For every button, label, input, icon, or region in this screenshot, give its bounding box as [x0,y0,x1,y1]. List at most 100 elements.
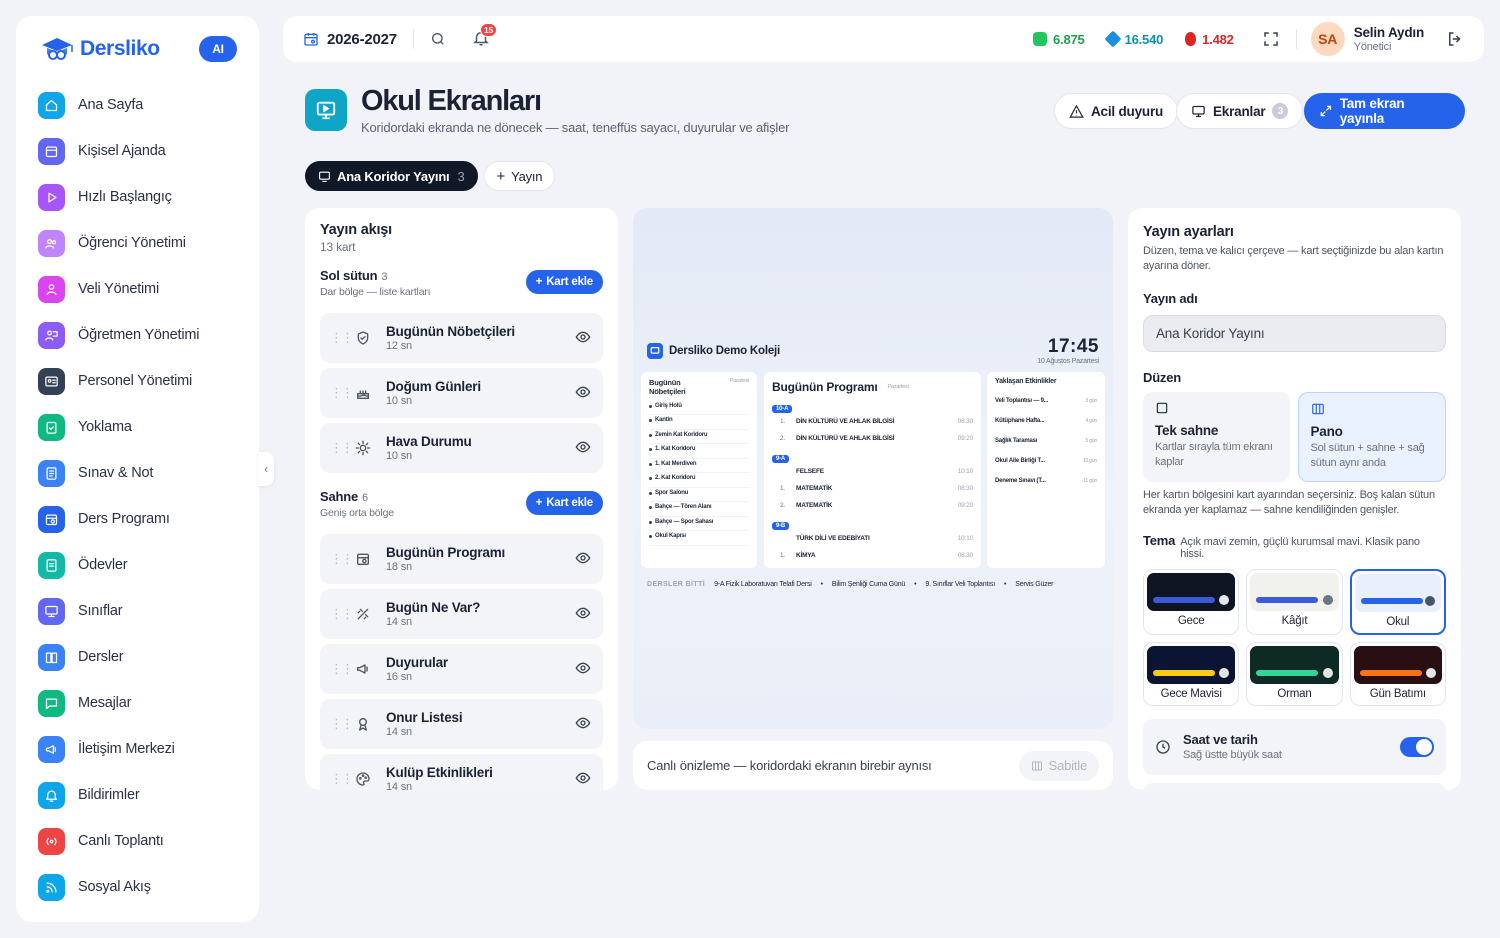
card-name: Hava Durumu [386,434,472,449]
flow-card[interactable]: ⋮⋮ Bugün Ne Var? 14 sn [320,589,603,639]
sidebar-item-id-card[interactable]: Personel Yönetimi [38,358,237,404]
drag-handle-icon[interactable]: ⋮⋮ [330,330,354,346]
drag-handle-icon[interactable]: ⋮⋮ [330,385,354,401]
preview-school-name: Dersliko Demo Koleji [669,345,781,357]
sidebar-item-teacher[interactable]: Öğretmen Yönetimi [38,312,237,358]
lesson-time: 08:30 [957,485,973,492]
drag-handle-icon[interactable]: ⋮⋮ [330,716,354,732]
add-card-button[interactable]: + Kart ekle [525,270,603,294]
sidebar-item-bell[interactable]: Bildirimler [38,772,237,818]
emergency-announcement-button[interactable]: Acil duyuru [1054,93,1179,129]
sidebar-item-parent[interactable]: Veli Yönetimi [38,266,237,312]
theme-swatch-dot [1322,594,1333,605]
sidebar-item-label: Yoklama [78,419,132,435]
preview-duty-item: 1. Kat Merdiven [649,459,749,474]
flame-icon [1185,32,1197,46]
eye-icon[interactable] [575,605,591,624]
flow-card[interactable]: ⋮⋮ Kulüp Etkinlikleri 14 sn [320,754,603,790]
sidebar-collapse-button[interactable]: ‹ [258,452,274,486]
notifications-button[interactable]: 15 [472,22,497,50]
layout-option-board[interactable]: Pano Sol sütun + sahne + sağ sütun aynı … [1297,391,1446,482]
square-icon [1156,402,1168,414]
add-card-button[interactable]: + Kart ekle [525,491,603,515]
broadcast-name-input[interactable]: Ana Koridor Yayını [1143,314,1446,352]
left-column-section: Sol sütun 3 Dar bölge — liste kartları + K… [320,268,603,308]
sidebar-item-label: Ödevler [78,557,128,573]
plus-icon: + [496,167,506,185]
logout-icon[interactable] [1446,30,1464,48]
lesson-name: DİN KÜLTÜRÜ VE AHLAK BİLGİSİ [796,435,895,442]
eye-icon[interactable] [575,384,591,403]
bullet-icon [649,462,652,466]
tab-label: Ana Koridor Yayını [337,168,450,184]
theme-option[interactable]: Gece [1143,568,1240,635]
sidebar-item-label: Öğrenci Yönetimi [78,235,186,251]
layout-option-single[interactable]: Tek sahne Kartlar sırayla tüm ekranı kap… [1143,391,1290,482]
eye-icon[interactable] [575,660,591,679]
flow-card[interactable]: ⋮⋮ Duyurular 16 sn [320,644,603,694]
user-profile[interactable]: SA Selin Aydın Yönetici [1310,22,1424,56]
flow-card[interactable]: ⋮⋮ Bugünün Nöbetçileri 12 sn [320,313,603,363]
sidebar-item-homework[interactable]: Ödevler [38,542,237,588]
ai-button[interactable]: AI [199,36,237,62]
preview-duty-location: 1. Kat Koridoru [655,446,696,453]
fullscreen-icon[interactable] [1262,30,1280,48]
sidebar-item-calendar-clock[interactable]: Ders Programı [38,496,237,542]
sidebar-item-monitor[interactable]: Sınıflar [38,588,237,634]
search-icon[interactable] [430,31,446,47]
section-title: Sol sütun 3 [320,268,430,283]
warning-icon [1069,104,1084,118]
sidebar-item-play[interactable]: Hızlı Başlangıç [38,174,237,220]
tab-main-corridor[interactable]: Ana Koridor Yayını 3 [305,161,478,191]
theme-option[interactable]: Gece Mavisi [1143,641,1240,706]
theme-option[interactable]: Okul [1349,568,1446,635]
pin-button[interactable]: Sabitle [1018,750,1099,781]
sidebar-item-book[interactable]: Dersler [38,634,237,680]
teacher-icon [38,321,65,349]
eye-icon[interactable] [575,439,591,458]
sidebar-item-home[interactable]: Ana Sayfa [38,82,237,128]
theme-option[interactable]: Gün Batımı [1349,641,1446,706]
bullet-icon [649,404,652,408]
new-broadcast-button[interactable]: + Yayın [483,161,556,191]
preview-duty-location: Kantin [655,417,673,424]
flow-card[interactable]: ⋮⋮ Onur Listesi 14 sn [320,699,603,749]
brand[interactable]: Dersliko AI [38,36,237,62]
flow-card[interactable]: ⋮⋮ Hava Durumu 10 sn [320,423,603,473]
sidebar-item-calendar[interactable]: Kişisel Ajanda [38,128,237,174]
flow-card[interactable]: ⋮⋮ Bugünün Programı 18 sn [320,534,603,584]
sidebar-item-clipboard-check[interactable]: Yoklama [38,404,237,450]
flow-card[interactable]: ⋮⋮ Doğum Günleri 10 sn [320,368,603,418]
ticker-item: 9-A Fizik Laboratuvarı Telafi Dersi [714,581,812,588]
drag-handle-icon[interactable]: ⋮⋮ [330,606,354,622]
sidebar-item-broadcast[interactable]: Canlı Toplantı [38,818,237,864]
sidebar-item-exam[interactable]: Sınav & Not [38,450,237,496]
preview-duty-location: Giriş Holü [655,402,682,409]
cash-icon [1033,32,1048,46]
sidebar-item-chat[interactable]: Mesajlar [38,680,237,726]
drag-handle-icon[interactable]: ⋮⋮ [330,661,354,677]
screens-button[interactable]: Ekranlar 3 [1176,93,1304,129]
drag-handle-icon[interactable]: ⋮⋮ [330,551,354,567]
section-title: Sahne 6 [320,489,394,504]
drag-handle-icon[interactable]: ⋮⋮ [330,440,354,456]
clock-toggle[interactable] [1400,736,1434,757]
theme-option[interactable]: Orman [1246,641,1343,706]
eye-icon[interactable] [575,770,591,789]
eye-icon[interactable] [575,329,591,348]
drag-handle-icon[interactable]: ⋮⋮ [330,771,354,787]
lesson-time: 10:10 [957,535,973,542]
class-label: 10-A [772,405,793,413]
fullscreen-broadcast-button[interactable]: Tam ekran yayınla [1304,93,1465,129]
sidebar-item-rss[interactable]: Sosyal Akış [38,864,237,910]
live-preview[interactable]: Dersliko Demo Koleji 17:45 10 Ağustos Pa… [633,208,1113,729]
preview-duty-location: 1. Kat Merdiven [655,460,697,467]
preview-events-list: Veli Toplantısı — 9... 3 gün Kütüphane Haf… [995,391,1097,491]
shield-icon [350,325,376,351]
theme-option[interactable]: Kâğıt [1246,568,1343,635]
eye-icon[interactable] [575,550,591,569]
school-year-selector[interactable]: 2026-2027 [303,31,397,48]
sidebar-item-students[interactable]: Öğrenci Yönetimi [38,220,237,266]
eye-icon[interactable] [575,715,591,734]
sidebar-item-megaphone[interactable]: İletişim Merkezi [38,726,237,772]
